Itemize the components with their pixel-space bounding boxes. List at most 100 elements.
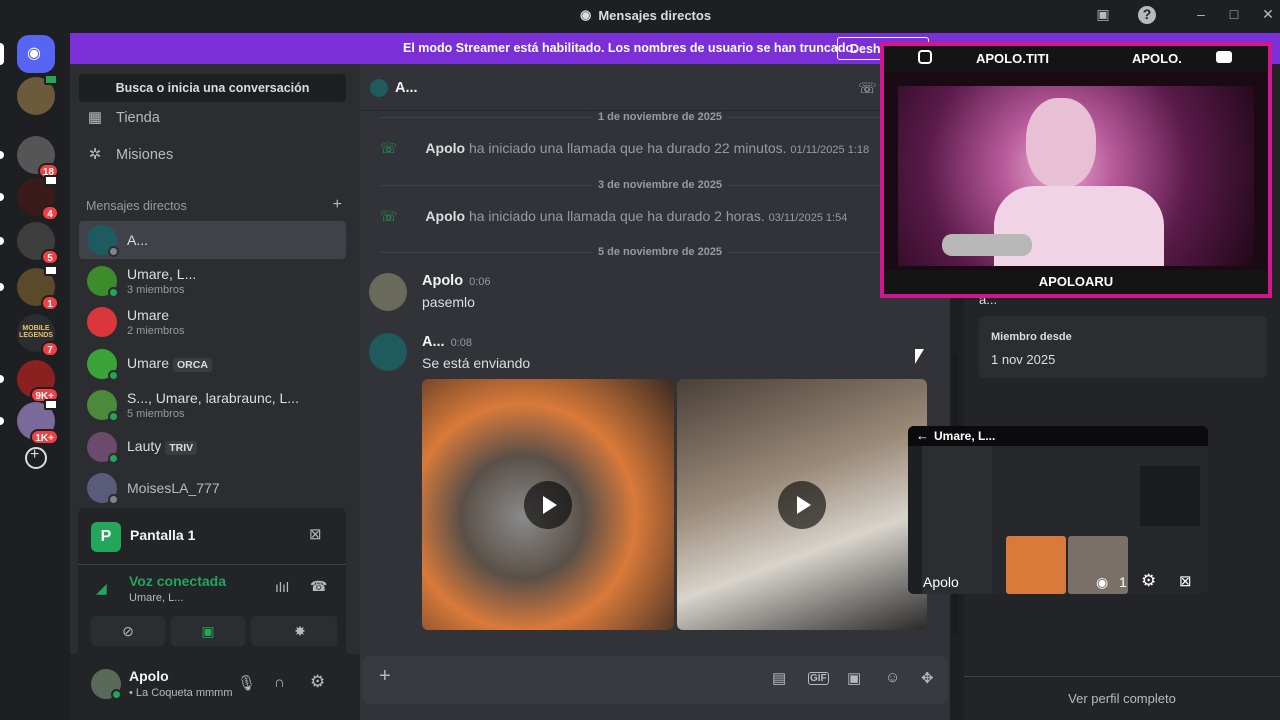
- server-1[interactable]: [17, 74, 58, 115]
- minimize-icon[interactable]: –: [1192, 6, 1210, 24]
- call-message: ☏ Apolo ha iniciado una llamada que ha d…: [380, 140, 870, 156]
- server-8[interactable]: 1K+: [0, 399, 59, 445]
- dm-item[interactable]: Umare 2 miembros: [79, 303, 346, 341]
- call-icon[interactable]: ☏: [858, 79, 877, 97]
- date-divider: 5 de noviembre de 2025: [380, 246, 940, 258]
- streamer-caption: APOLOARU: [1038, 274, 1114, 289]
- user-status-indicator: [111, 689, 122, 700]
- gift-icon[interactable]: ▤: [772, 669, 786, 687]
- stream-icon: P: [91, 522, 121, 552]
- gif-icon[interactable]: GIF: [808, 672, 829, 685]
- home-button[interactable]: ◉: [0, 35, 55, 73]
- message-text: Se está enviando: [422, 355, 531, 371]
- member-since-label: Miembro desde: [991, 331, 1072, 343]
- message-avatar[interactable]: [369, 333, 407, 371]
- emoji-icon[interactable]: ☺: [885, 669, 900, 686]
- soundboard-button[interactable]: ✸: [263, 616, 337, 646]
- status-indicator: [108, 287, 119, 298]
- status-indicator: [108, 453, 119, 464]
- maximize-icon[interactable]: □: [1225, 6, 1243, 24]
- server-5[interactable]: 1: [0, 265, 59, 311]
- stream-popout[interactable]: ← Umare, L... Apolo ◉ 1 ⚙ ⊠: [908, 426, 1208, 594]
- message-avatar[interactable]: [369, 273, 407, 311]
- dm-item[interactable]: A...: [79, 221, 346, 259]
- divider: [78, 564, 346, 565]
- noise-suppression-icon[interactable]: ılıl: [275, 579, 289, 595]
- settings-gear-icon[interactable]: ⚙: [1141, 571, 1156, 591]
- play-icon[interactable]: [524, 480, 572, 529]
- server-4[interactable]: 5: [0, 222, 59, 265]
- window-title: ◉ Mensajes directos: [580, 7, 712, 23]
- back-arrow-icon[interactable]: ←: [916, 428, 929, 443]
- microphone: [942, 234, 1032, 256]
- server-2[interactable]: 18: [0, 136, 59, 179]
- add-server-button[interactable]: +: [25, 446, 47, 469]
- sticker-icon[interactable]: ▣: [847, 669, 861, 687]
- social-handle-left: APOLO.TITI: [976, 51, 1049, 66]
- social-handle-right: APOLO.: [1132, 51, 1182, 66]
- status-indicator: [108, 246, 119, 257]
- viewers-icon: ◉: [1096, 574, 1109, 590]
- headphones-icon[interactable]: ∩: [274, 674, 285, 691]
- phone-icon: ☏: [380, 208, 398, 224]
- voice-status[interactable]: Voz conectada: [129, 573, 226, 589]
- date-divider: 1 de noviembre de 2025: [380, 111, 940, 123]
- user-name: Apolo: [129, 668, 169, 684]
- viewer-count: 1: [1119, 574, 1127, 590]
- video-attachment[interactable]: [677, 379, 927, 630]
- stop-stream-icon[interactable]: ⊠: [1179, 572, 1192, 590]
- server-list: ◉ 18 4 5 1 MOBILE LEGENDS 7 9K+ 1K+ +: [0, 30, 70, 720]
- stream-preview: [908, 446, 1208, 594]
- nav-quests[interactable]: ✲ Misiones: [86, 143, 174, 167]
- plus-icon: +: [30, 446, 40, 463]
- create-dm-icon[interactable]: +: [333, 196, 342, 214]
- date-divider: 3 de noviembre de 2025: [380, 179, 940, 191]
- play-icon[interactable]: [778, 480, 826, 529]
- banner-message: El modo Streamer está habilitado. Los no…: [403, 41, 857, 55]
- help-icon[interactable]: ?: [1138, 6, 1156, 24]
- guild-tag: ORCA: [173, 358, 212, 372]
- group-avatar: [87, 307, 117, 337]
- popout-streamer-name: Apolo: [923, 574, 959, 590]
- video-attachment[interactable]: [422, 379, 674, 630]
- dm-item[interactable]: Umare ORCA: [79, 345, 346, 383]
- status-indicator: [108, 411, 119, 422]
- dm-item[interactable]: Lauty TRIV: [79, 428, 346, 466]
- disconnect-icon[interactable]: ☎: [310, 578, 327, 595]
- webcam-feed: [898, 86, 1254, 266]
- member-since-date: 1 nov 2025: [991, 352, 1056, 367]
- attach-plus-icon[interactable]: +: [379, 665, 391, 688]
- caption-bar: APOLOARU: [884, 270, 1268, 294]
- divider: [964, 676, 1280, 677]
- social-bar: APOLO.TITI APOLO.: [884, 46, 1268, 72]
- camera-button[interactable]: ⊘: [91, 616, 165, 646]
- server-3[interactable]: 4: [0, 175, 59, 221]
- dm-item[interactable]: MoisesLA_777: [79, 469, 346, 507]
- popout-title: Umare, L...: [934, 429, 996, 443]
- server-mobile-legends[interactable]: MOBILE LEGENDS 7: [17, 314, 59, 357]
- message-composer[interactable]: + ▤ GIF ▣ ☺ ✥: [362, 656, 948, 704]
- nav-store[interactable]: ▦ Tienda: [86, 106, 160, 130]
- call-message: ☏ Apolo ha iniciado una llamada que ha d…: [380, 208, 848, 224]
- dm-item[interactable]: S..., Umare, larabraunc, L... 5 miembros: [79, 386, 346, 424]
- user-panel: Apolo • La Coqueta mmmm 🎙 ∩ ⚙: [70, 654, 360, 720]
- member-since-card: Miembro desde 1 nov 2025: [979, 316, 1267, 378]
- chat-area: A... ☏ 1 de noviembre de 2025 ☏ Apolo ha…: [360, 64, 958, 720]
- view-full-profile-link[interactable]: Ver perfil completo: [964, 691, 1280, 706]
- server-7[interactable]: 9K+: [0, 360, 59, 403]
- screen-record-icon[interactable]: ▣: [1094, 6, 1112, 24]
- dm-item[interactable]: Umare, L... 3 miembros: [79, 262, 346, 300]
- user-status: • La Coqueta mmmm: [129, 687, 233, 699]
- message-author: A... 0:08: [422, 334, 472, 350]
- stop-stream-icon[interactable]: ⊠: [309, 525, 322, 543]
- apps-icon[interactable]: ✥: [921, 669, 934, 687]
- instagram-icon: [918, 50, 932, 64]
- settings-gear-icon[interactable]: ⚙: [310, 672, 325, 692]
- chat-header: A... ☏: [360, 64, 950, 111]
- voice-channel[interactable]: Umare, L...: [129, 592, 183, 604]
- close-icon[interactable]: ✕: [1259, 6, 1277, 24]
- screen-share-button[interactable]: ▣: [171, 616, 245, 646]
- search-button[interactable]: Busca o inicia una conversación: [79, 74, 346, 102]
- person-head: [1026, 98, 1096, 188]
- microphone-icon[interactable]: 🎙: [237, 674, 256, 692]
